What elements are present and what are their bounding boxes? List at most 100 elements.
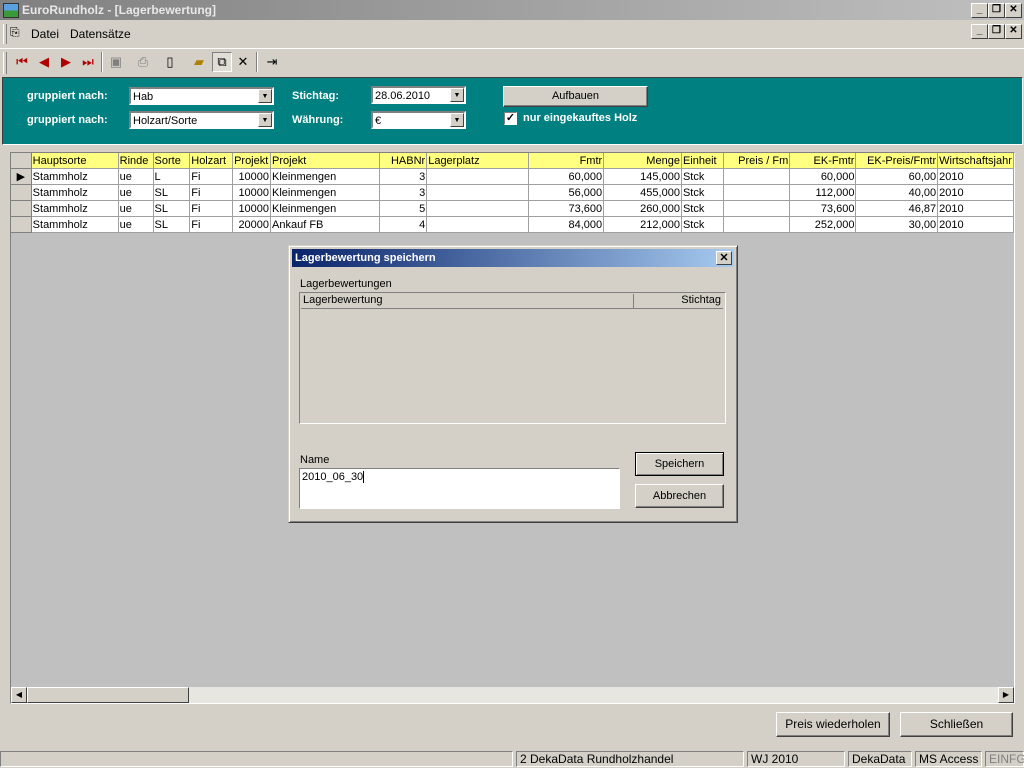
table-cell[interactable]: 260,000 <box>603 200 682 217</box>
saved-valuations-list[interactable]: Lagerbewertung Stichtag <box>299 292 726 424</box>
current-row-indicator-icon[interactable]: ▶ <box>11 168 32 185</box>
mdi-minimize-icon[interactable]: _ <box>971 24 988 39</box>
scrollbar-thumb[interactable] <box>27 687 189 703</box>
table-cell[interactable]: L <box>153 168 191 185</box>
table-cell[interactable]: Ankauf FB <box>270 216 380 233</box>
table-row[interactable]: Stammholz ue SL Fi 10000 Kleinmengen 3 56,000 45… <box>11 184 1014 201</box>
table-cell[interactable]: 10000 <box>232 200 272 217</box>
restore-icon[interactable]: ❐ <box>988 3 1005 18</box>
table-cell[interactable]: 10000 <box>232 184 272 201</box>
stichtag-date-picker[interactable]: 28.06.2010 ▼ <box>371 86 466 104</box>
table-cell[interactable]: SL <box>153 200 191 217</box>
table-row[interactable]: ▶ Stammholz ue L Fi 10000 Kleinmengen 3 60,000 14… <box>11 168 1014 185</box>
table-cell[interactable]: Stck <box>681 200 724 217</box>
table-cell[interactable]: 3 <box>379 168 428 185</box>
table-cell[interactable]: SL <box>153 184 191 201</box>
table-cell[interactable]: 60,000 <box>789 168 857 185</box>
table-cell[interactable] <box>723 200 791 217</box>
build-button[interactable]: Aufbauen <box>503 86 648 107</box>
table-cell[interactable] <box>426 216 529 233</box>
row-indicator[interactable] <box>11 200 32 217</box>
column-header[interactable]: Projekt <box>270 153 380 169</box>
column-header[interactable]: Lagerplatz <box>426 153 529 169</box>
table-cell[interactable]: 73,600 <box>528 200 605 217</box>
chevron-down-icon[interactable]: ▼ <box>258 89 272 103</box>
print-icon[interactable]: ⎙ <box>133 52 153 72</box>
row-indicator[interactable] <box>11 184 32 201</box>
minimize-icon[interactable]: _ <box>971 3 988 18</box>
table-cell[interactable]: ue <box>118 200 154 217</box>
table-cell[interactable]: Fi <box>189 216 234 233</box>
table-cell[interactable]: 252,000 <box>789 216 857 233</box>
table-cell[interactable]: 145,000 <box>603 168 682 185</box>
table-cell[interactable]: Fi <box>189 168 234 185</box>
first-record-icon[interactable]: ⏮ <box>12 52 32 72</box>
table-cell[interactable]: ue <box>118 168 154 185</box>
menu-datei[interactable]: Datei <box>31 27 59 41</box>
prev-record-icon[interactable]: ◀ <box>34 52 54 72</box>
table-cell[interactable]: 2010 <box>937 200 1014 217</box>
table-cell[interactable]: 4 <box>379 216 428 233</box>
table-cell[interactable]: Kleinmengen <box>270 184 380 201</box>
table-row[interactable]: Stammholz ue SL Fi 20000 Ankauf FB 4 84,000 212,… <box>11 216 1014 233</box>
table-cell[interactable]: Kleinmengen <box>270 200 380 217</box>
table-cell[interactable] <box>426 200 529 217</box>
column-header[interactable]: Preis / Fm <box>723 153 791 169</box>
next-record-icon[interactable]: ▶ <box>56 52 76 72</box>
table-cell[interactable]: 2010 <box>937 168 1014 185</box>
column-header[interactable]: Projekt <box>232 153 272 169</box>
table-cell[interactable]: 46,87 <box>855 200 939 217</box>
table-cell[interactable]: Kleinmengen <box>270 168 380 185</box>
column-header[interactable]: Hauptsorte <box>31 153 119 169</box>
mdi-doc-icon[interactable]: ⎘ <box>10 25 20 40</box>
table-cell[interactable]: 40,00 <box>855 184 939 201</box>
table-cell[interactable] <box>723 184 791 201</box>
column-header[interactable]: HABNr <box>379 153 428 169</box>
table-cell[interactable] <box>723 168 791 185</box>
table-cell[interactable]: 60,000 <box>528 168 605 185</box>
table-cell[interactable]: ue <box>118 216 154 233</box>
table-cell[interactable]: Stck <box>681 216 724 233</box>
group2-select[interactable]: Holzart/Sorte ▼ <box>129 111 274 129</box>
table-cell[interactable]: 84,000 <box>528 216 605 233</box>
table-cell[interactable]: 112,000 <box>789 184 857 201</box>
mdi-restore-icon[interactable]: ❐ <box>988 24 1005 39</box>
table-cell[interactable]: 73,600 <box>789 200 857 217</box>
table-cell[interactable]: Stammholz <box>31 216 119 233</box>
delete-icon[interactable]: ✕ <box>233 52 253 72</box>
table-cell[interactable]: 30,00 <box>855 216 939 233</box>
dialog-close-icon[interactable]: ✕ <box>716 251 732 265</box>
table-cell[interactable]: 2010 <box>937 184 1014 201</box>
close-icon[interactable]: ✕ <box>1005 3 1022 18</box>
table-cell[interactable] <box>426 168 529 185</box>
copy-icon[interactable]: ⧉ <box>212 52 232 72</box>
table-cell[interactable]: 5 <box>379 200 428 217</box>
table-cell[interactable]: 212,000 <box>603 216 682 233</box>
table-cell[interactable]: 10000 <box>232 168 272 185</box>
table-cell[interactable]: SL <box>153 216 191 233</box>
column-header[interactable]: Sorte <box>153 153 191 169</box>
open-folder-icon[interactable]: ▰ <box>189 52 209 72</box>
horizontal-scrollbar[interactable]: ◀ ▶ <box>11 687 1014 703</box>
mdi-close-icon[interactable]: ✕ <box>1005 24 1022 39</box>
table-cell[interactable]: Stck <box>681 168 724 185</box>
table-cell[interactable]: 60,00 <box>855 168 939 185</box>
table-cell[interactable]: Stck <box>681 184 724 201</box>
table-cell[interactable]: 3 <box>379 184 428 201</box>
cancel-button[interactable]: Abbrechen <box>635 484 724 508</box>
row-indicator[interactable] <box>11 216 32 233</box>
list-column-header[interactable]: Lagerbewertung <box>301 294 634 308</box>
name-input[interactable]: 2010_06_30 <box>299 468 620 509</box>
column-header[interactable]: Fmtr <box>528 153 605 169</box>
scroll-left-icon[interactable]: ◀ <box>11 687 27 703</box>
repeat-price-button[interactable]: Preis wiederholen <box>776 712 890 737</box>
table-cell[interactable]: Fi <box>189 184 234 201</box>
chevron-down-icon[interactable]: ▼ <box>258 113 272 127</box>
new-document-icon[interactable]: ▯ <box>160 52 180 72</box>
column-header[interactable]: EK-Preis/Fmtr <box>855 153 939 169</box>
table-cell[interactable]: 56,000 <box>528 184 605 201</box>
column-header[interactable]: Einheit <box>681 153 724 169</box>
table-cell[interactable]: Stammholz <box>31 184 119 201</box>
column-header[interactable]: EK-Fmtr <box>789 153 857 169</box>
only-purchased-checkbox[interactable]: ✓ <box>504 112 517 125</box>
